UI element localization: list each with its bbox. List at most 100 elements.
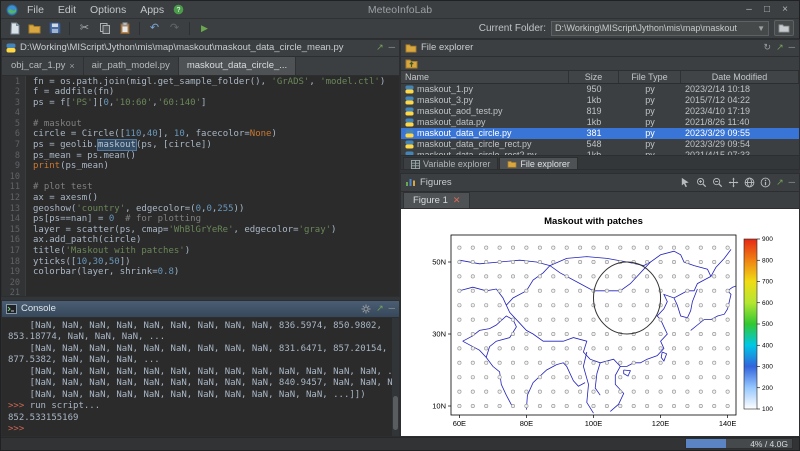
minimize-button[interactable]: –: [740, 4, 758, 15]
float-panel-icon[interactable]: ↗: [776, 43, 784, 52]
float-panel-icon[interactable]: ↗: [376, 304, 384, 313]
data-point: [605, 346, 608, 349]
column-header[interactable]: Date Modified: [681, 71, 799, 83]
data-point: [592, 361, 595, 364]
scrollbar-thumb[interactable]: [393, 396, 398, 430]
tab-file-explorer[interactable]: File explorer: [499, 157, 578, 170]
data-point: [726, 245, 729, 248]
open-file-button[interactable]: [26, 20, 43, 36]
redo-button[interactable]: ↷: [166, 20, 183, 36]
data-point: [498, 289, 501, 292]
table-row[interactable]: maskout_data.py1kbpy2021/8/26 11:40: [401, 117, 799, 128]
data-point: [471, 332, 474, 335]
file-date: 2023/3/29 09:55: [681, 128, 799, 139]
close-button[interactable]: ×: [776, 4, 794, 15]
zoom-in-icon[interactable]: [696, 177, 707, 188]
column-header[interactable]: Name: [401, 71, 569, 83]
file-name: maskout_data.py: [417, 117, 486, 127]
minimize-panel-icon[interactable]: ─: [789, 178, 795, 187]
minimize-panel-icon[interactable]: ─: [789, 43, 795, 52]
data-point: [592, 389, 595, 392]
chevron-down-icon[interactable]: ▼: [757, 24, 765, 33]
folder-icon: [405, 43, 417, 53]
new-file-button[interactable]: [6, 20, 23, 36]
menu-options[interactable]: Options: [83, 3, 133, 17]
table-row[interactable]: maskout_aod_test.py819py2023/4/10 17:19: [401, 106, 799, 117]
editor-header-icons: ↗ ─: [376, 43, 395, 52]
run-script-button[interactable]: ▶: [196, 20, 213, 36]
zoom-out-icon[interactable]: [712, 177, 723, 188]
paste-button[interactable]: [116, 20, 133, 36]
data-point: [525, 361, 528, 364]
table-row[interactable]: maskout_1.py950py2023/2/14 10:18: [401, 84, 799, 95]
menu-file[interactable]: File: [20, 3, 51, 17]
data-point: [592, 274, 595, 277]
menu-help-icon[interactable]: ?: [173, 4, 184, 15]
data-point: [458, 346, 461, 349]
figure-tab[interactable]: Figure 1 ✕: [403, 192, 470, 208]
maximize-button[interactable]: □: [758, 4, 776, 15]
memory-indicator[interactable]: 4% / 4.0G: [685, 438, 793, 449]
column-header[interactable]: Size: [569, 71, 619, 83]
parent-folder-icon[interactable]: [405, 58, 418, 69]
data-point: [699, 332, 702, 335]
editor-tab-label: maskout_data_circle_...: [187, 60, 287, 71]
minimize-panel-icon[interactable]: ─: [389, 43, 395, 52]
tab-variable-explorer[interactable]: Variable explorer: [403, 157, 498, 170]
tab-close-icon[interactable]: ×: [69, 61, 74, 71]
settings-gear-icon[interactable]: [361, 304, 371, 314]
table-row[interactable]: maskout_data_circle.py381py2023/3/29 09:…: [401, 128, 799, 139]
pointer-icon[interactable]: [680, 177, 691, 188]
current-folder-label: Current Folder:: [479, 23, 546, 34]
line-number: 19: [2, 267, 20, 278]
data-point: [605, 389, 608, 392]
tab-close-icon[interactable]: ✕: [453, 195, 461, 206]
editor-code[interactable]: fn = os.path.join(migl.get_sample_folder…: [26, 76, 399, 296]
console-output[interactable]: [NaN, NaN, NaN, NaN, NaN, NaN, NaN, NaN,…: [2, 318, 399, 436]
copy-button[interactable]: [96, 20, 113, 36]
menu-edit[interactable]: Edit: [51, 3, 83, 17]
data-point: [525, 389, 528, 392]
data-point: [578, 245, 581, 248]
refresh-icon[interactable]: ↻: [764, 43, 772, 52]
code-editor[interactable]: 123456789101112131415161718192021 fn = o…: [2, 76, 399, 296]
data-point: [538, 375, 541, 378]
data-point: [659, 361, 662, 364]
python-file-icon: [405, 96, 414, 105]
data-point: [565, 260, 568, 263]
browse-folder-button[interactable]: [774, 20, 794, 36]
float-panel-icon[interactable]: ↗: [776, 178, 784, 187]
editor-tab[interactable]: air_path_model.py: [84, 57, 179, 75]
data-point: [726, 260, 729, 263]
console-scrollbar[interactable]: [392, 318, 399, 436]
table-row[interactable]: maskout_data_circle_rect.py548py2023/3/2…: [401, 139, 799, 150]
data-point: [726, 375, 729, 378]
figure-canvas[interactable]: Maskout with patches60E80E100E120E140E10…: [401, 209, 799, 436]
minimize-panel-icon[interactable]: ─: [389, 304, 395, 313]
data-point: [632, 317, 635, 320]
full-extent-globe-icon[interactable]: [744, 177, 755, 188]
figure-canvas-wrap: Maskout with patches60E80E100E120E140E10…: [401, 209, 799, 436]
data-point: [672, 361, 675, 364]
left-column: D:\Working\MIScript\Jython\mis\map\masko…: [1, 39, 400, 437]
identify-info-icon[interactable]: [760, 177, 771, 188]
editor-tab[interactable]: obj_car_1.py×: [3, 57, 84, 75]
data-point: [726, 346, 729, 349]
data-point: [471, 289, 474, 292]
pan-hand-icon[interactable]: [728, 177, 739, 188]
current-folder-combobox[interactable]: D:\Working\MIScript\Jython\mis\map\masko…: [551, 21, 769, 36]
save-button[interactable]: [46, 20, 63, 36]
float-panel-icon[interactable]: ↗: [376, 43, 384, 52]
undo-button[interactable]: ↶: [146, 20, 163, 36]
column-header[interactable]: File Type: [619, 71, 681, 83]
cut-button[interactable]: ✂: [76, 20, 93, 36]
file-type: py: [619, 139, 681, 150]
table-row[interactable]: maskout_3.py1kbpy2015/7/12 04:22: [401, 95, 799, 106]
data-point: [471, 375, 474, 378]
data-point: [565, 375, 568, 378]
editor-tab[interactable]: maskout_data_circle_...: [179, 57, 296, 75]
window-controls: – □ ×: [740, 4, 794, 15]
menu-apps[interactable]: Apps: [133, 3, 171, 17]
data-point: [552, 361, 555, 364]
python-file-icon: [405, 140, 414, 149]
